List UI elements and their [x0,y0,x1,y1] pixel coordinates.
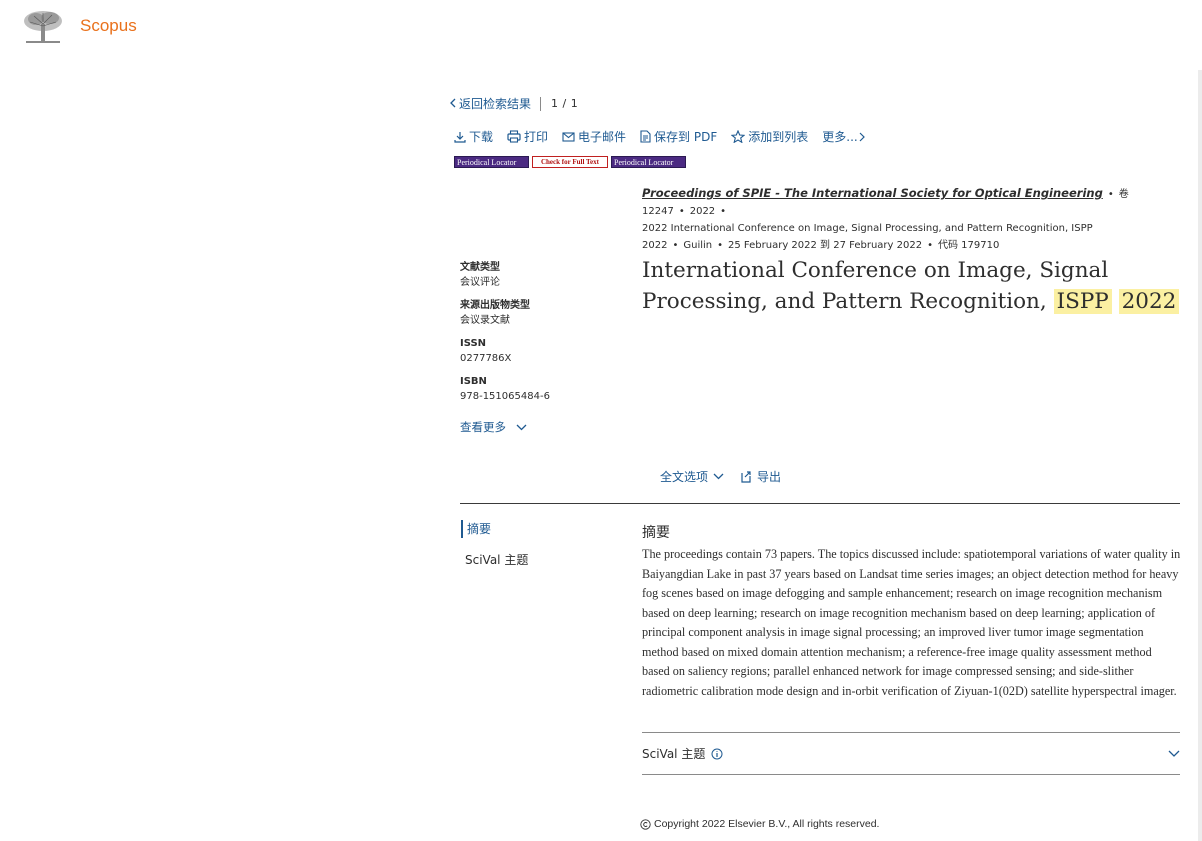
section-nav: 摘要 SciVal 主题 [461,520,528,582]
chevron-down-icon[interactable] [1168,750,1180,758]
chevron-left-icon[interactable] [449,97,457,111]
export-icon [741,471,751,483]
chevron-down-icon [713,473,724,480]
periodical-locator-badge-2[interactable]: Periodical Locator [611,156,686,168]
nav-abstract[interactable]: 摘要 [461,520,528,538]
doc-type-label: 文献类型 [460,262,500,273]
locator-badges: Periodical Locator Check for Full Text P… [454,156,686,168]
document-title: International Conference on Image, Signa… [642,255,1182,317]
source-type-label: 来源出版物类型 [460,300,530,311]
result-pager: 1 / 1 [551,97,579,110]
periodical-locator-badge[interactable]: Periodical Locator [454,156,529,168]
year: 2022 [689,206,716,217]
issn-label: ISSN [460,338,487,349]
print-icon [507,130,521,143]
full-text-options-label: 全文选项 [660,470,709,484]
full-text-options-button[interactable]: 全文选项 [660,468,724,485]
export-label: 导出 [757,470,782,484]
print-button[interactable]: 打印 [507,128,548,145]
isbn-label: ISBN [460,376,487,387]
document-toolbar: 下载 打印 电子邮件 保存到 PDF 添加到列表 更多... [454,128,869,145]
scival-divider-top [642,732,1180,733]
location: Guilin [683,240,713,251]
document-metadata: 文献类型 会议评论 来源出版物类型 会议录文献 ISSN 0277786X IS… [460,261,630,413]
doc-type-value: 会议评论 [460,277,500,288]
issn-value: 0277786X [460,353,512,364]
email-button[interactable]: 电子邮件 [562,128,626,145]
copyright-text: Copyright 2022 Elsevier B.V., All rights… [654,818,880,830]
isbn-value: 978-151065484-6 [460,391,550,402]
journal-link[interactable]: Proceedings of SPIE - The International … [642,186,1103,200]
title-highlight-year: 2022 [1118,289,1180,314]
elsevier-tree-logo-icon[interactable] [22,10,64,46]
save-pdf-label: 保存到 PDF [654,130,718,144]
save-pdf-button[interactable]: 保存到 PDF [640,128,717,145]
section-divider [460,503,1180,504]
title-text: International Conference on Image, Signa… [642,258,1109,314]
download-icon [454,131,466,143]
print-label: 打印 [524,130,549,144]
copyright-icon [640,818,651,830]
scival-divider-bottom [642,774,1180,775]
more-label: 更多... [822,130,858,144]
scival-topics-toggle[interactable]: SciVal 主题 [642,745,1180,762]
brand-name[interactable]: Scopus [80,16,137,36]
star-icon [731,130,746,143]
add-to-list-label: 添加到列表 [748,130,809,144]
see-more-button[interactable]: 查看更多 [460,419,527,435]
conference-dates: 25 February 2022 到 27 February 2022 [728,240,923,251]
more-button[interactable]: 更多... [822,128,868,145]
source-info: Proceedings of SPIE - The International … [642,186,1129,251]
add-to-list-button[interactable]: 添加到列表 [731,128,808,145]
email-label: 电子邮件 [578,130,627,144]
copyright: Copyright 2022 Elsevier B.V., All rights… [640,818,879,830]
abstract-heading: 摘要 [642,525,670,541]
see-more-label: 查看更多 [460,420,506,434]
scival-label: SciVal 主题 [642,747,706,761]
source-type-value: 会议录文献 [460,315,510,326]
pdf-icon [640,130,651,143]
title-highlight-ispp: ISPP [1053,289,1112,314]
full-text-export-bar: 全文选项 导出 [660,468,781,485]
chevron-right-icon [859,132,865,141]
scrollbar-track[interactable] [1198,70,1202,841]
check-full-text-badge[interactable]: Check for Full Text [532,156,608,168]
export-button[interactable]: 导出 [740,468,781,485]
back-bar: 返回检索结果 1 / 1 [449,95,578,112]
conference-code: 代码 179710 [937,240,1000,251]
download-button[interactable]: 下载 [454,128,493,145]
info-icon[interactable] [711,748,723,760]
back-to-results-link[interactable]: 返回检索结果 [459,95,531,112]
download-label: 下载 [469,130,494,144]
abstract-text: The proceedings contain 73 papers. The t… [642,547,1181,698]
nav-scival-topics[interactable]: SciVal 主题 [461,551,528,569]
chevron-down-icon [516,424,527,430]
email-icon [562,131,575,142]
separator [540,96,542,111]
